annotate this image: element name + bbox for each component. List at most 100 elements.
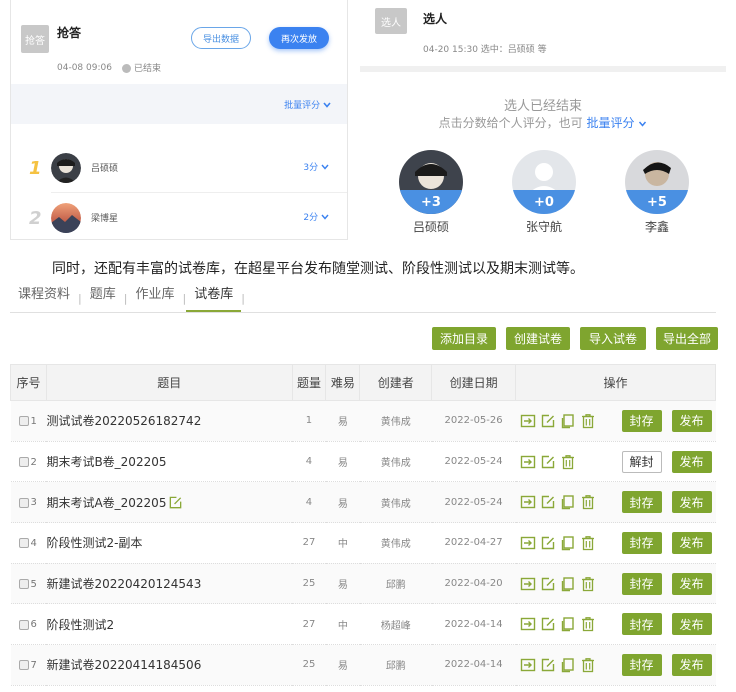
exam-title[interactable]: 期末考试A卷_202205: [46, 496, 166, 510]
copy-icon[interactable]: [560, 657, 576, 673]
score-hint: 点击分数给个人评分，也可 批量评分: [360, 114, 726, 131]
trash-icon[interactable]: [560, 454, 576, 470]
seal-button[interactable]: 封存: [621, 572, 662, 595]
difficulty-cell: 易: [325, 644, 360, 686]
row-index: 4: [30, 537, 37, 549]
score-dropdown[interactable]: 2分: [303, 210, 329, 223]
trash-icon[interactable]: [580, 657, 596, 673]
move-icon[interactable]: [520, 494, 536, 510]
score-badge: +0: [512, 190, 576, 214]
edit-icon[interactable]: [540, 413, 556, 429]
row-checkbox[interactable]: [18, 660, 29, 671]
library-tabs: 课程资料 | 题库 | 作业库 | 试卷库 |: [10, 284, 726, 312]
tab-exam-library[interactable]: 试卷库: [186, 284, 242, 312]
exam-title[interactable]: 阶段性测试2-副本: [46, 536, 142, 550]
header-ops: 操作: [515, 364, 716, 401]
title-cell[interactable]: 阶段性测试2: [46, 603, 293, 646]
tab-course-materials[interactable]: 课程资料: [10, 284, 78, 312]
tabs-underline: [10, 312, 716, 313]
publish-button[interactable]: 发布: [671, 450, 712, 473]
unseal-button[interactable]: 解封: [621, 450, 662, 473]
row-checkbox[interactable]: [18, 619, 29, 630]
row-checkbox[interactable]: [18, 579, 29, 590]
edit-icon[interactable]: [540, 535, 556, 551]
move-icon[interactable]: [520, 616, 536, 632]
exam-title[interactable]: 测试试卷20220526182742: [46, 414, 201, 428]
activity-avatar: 选人: [375, 8, 407, 34]
exam-title[interactable]: 阶段性测试2: [46, 618, 114, 632]
picked-student[interactable]: +0 张守航: [511, 150, 577, 235]
publish-button[interactable]: 发布: [671, 491, 712, 514]
batch-score-link[interactable]: 批量评分: [284, 98, 331, 111]
count-cell: 27: [292, 522, 326, 564]
trash-icon[interactable]: [580, 494, 596, 510]
copy-icon[interactable]: [560, 616, 576, 632]
edit-icon[interactable]: [540, 657, 556, 673]
header-creator: 创建者: [359, 364, 433, 401]
table-row: 2 期末考试B卷_202205 4 易黄伟成 2022-05-24 解封 发布: [10, 441, 716, 483]
edit-title-icon[interactable]: [168, 495, 183, 510]
import-exam-button[interactable]: 导入试卷: [580, 327, 646, 350]
export-data-button[interactable]: 导出数据: [191, 27, 251, 49]
exam-title[interactable]: 新建试卷20220414184506: [46, 658, 201, 672]
seal-button[interactable]: 封存: [621, 531, 662, 554]
row-checkbox[interactable]: [18, 416, 29, 427]
ranking-row: 1 吕硕硕 3分: [11, 146, 347, 192]
create-exam-button[interactable]: 创建试卷: [506, 327, 570, 350]
picked-student[interactable]: +5 李鑫: [624, 150, 690, 235]
title-cell[interactable]: 阶段性测试2-副本: [46, 522, 293, 564]
edit-icon[interactable]: [540, 576, 556, 592]
tab-homework-library[interactable]: 作业库: [127, 284, 182, 312]
picked-student[interactable]: +3 吕硕硕: [398, 150, 464, 235]
copy-icon[interactable]: [560, 535, 576, 551]
copy-icon[interactable]: [560, 413, 576, 429]
trash-icon[interactable]: [580, 576, 596, 592]
edit-icon[interactable]: [540, 454, 556, 470]
move-icon[interactable]: [520, 576, 536, 592]
batch-score-link[interactable]: 批量评分: [587, 116, 648, 130]
trash-icon[interactable]: [580, 535, 596, 551]
count-cell: 25: [292, 563, 326, 605]
seal-button[interactable]: 封存: [621, 613, 662, 636]
row-checkbox[interactable]: [18, 457, 29, 468]
score-dropdown[interactable]: 3分: [303, 160, 329, 173]
title-cell[interactable]: 期末考试A卷_202205: [46, 481, 293, 524]
edit-icon[interactable]: [540, 494, 556, 510]
student-avatar: +3: [399, 150, 463, 214]
seal-button[interactable]: 封存: [621, 653, 662, 676]
export-all-button[interactable]: 导出全部: [656, 327, 718, 350]
seal-button[interactable]: 封存: [621, 491, 662, 514]
copy-icon[interactable]: [560, 576, 576, 592]
publish-button[interactable]: 发布: [671, 572, 712, 595]
title-cell[interactable]: 新建试卷20220414184506: [46, 644, 293, 686]
move-icon[interactable]: [520, 535, 536, 551]
move-icon[interactable]: [520, 413, 536, 429]
copy-icon[interactable]: [560, 494, 576, 510]
trash-icon[interactable]: [580, 616, 596, 632]
exam-title[interactable]: 新建试卷20220420124543: [46, 577, 201, 591]
tab-question-bank[interactable]: 题库: [82, 284, 124, 312]
move-icon[interactable]: [520, 657, 536, 673]
title-cell[interactable]: 期末考试B卷_202205: [46, 441, 293, 483]
row-checkbox[interactable]: [18, 497, 29, 508]
edit-icon[interactable]: [540, 616, 556, 632]
student-name: 吕硕硕: [412, 220, 449, 234]
publish-button[interactable]: 发布: [671, 613, 712, 636]
title-cell[interactable]: 新建试卷20220420124543: [46, 563, 293, 605]
exam-title[interactable]: 期末考试B卷_202205: [46, 455, 166, 469]
row-checkbox[interactable]: [18, 538, 29, 549]
chevron-down-icon: [639, 121, 647, 127]
index-cell: 1: [10, 400, 47, 442]
publish-button[interactable]: 发布: [671, 409, 712, 432]
tab-separator: |: [241, 291, 245, 305]
move-icon[interactable]: [520, 454, 536, 470]
publish-button[interactable]: 发布: [671, 531, 712, 554]
add-directory-button[interactable]: 添加目录: [432, 327, 496, 350]
creator-cell: 黄伟成: [359, 522, 432, 564]
seal-button[interactable]: 封存: [621, 409, 662, 432]
title-cell[interactable]: 测试试卷20220526182742: [46, 400, 293, 442]
publish-button[interactable]: 发布: [671, 653, 712, 676]
date-cell: 2022-05-24: [431, 441, 516, 483]
trash-icon[interactable]: [580, 413, 596, 429]
resend-button[interactable]: 再次发放: [269, 27, 329, 49]
